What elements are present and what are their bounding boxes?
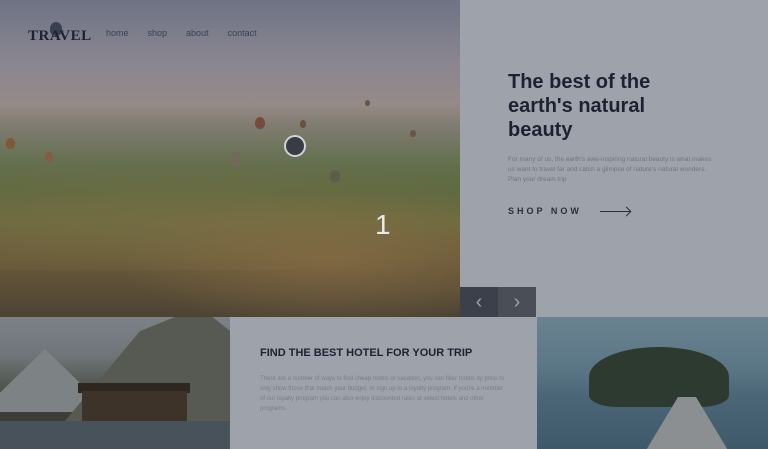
hero-text-panel: The best of the earth's natural beauty F… xyxy=(460,0,768,317)
hotel-description: There are a number of ways to find cheap… xyxy=(260,376,505,412)
main-nav: home shop about contact xyxy=(106,28,276,38)
lake-water xyxy=(0,421,230,449)
shop-now-label: SHOP NOW xyxy=(508,206,582,216)
hot-air-balloon-image xyxy=(6,138,15,149)
hero-description: For many of us, the earth's awe-inspirin… xyxy=(508,156,712,183)
hero-image: TRAVEL home shop about contact 1 xyxy=(0,0,460,317)
hero-landscape-valley xyxy=(120,190,460,317)
hot-air-balloon-image xyxy=(300,120,306,128)
island-pier-image xyxy=(537,317,768,449)
hot-air-balloon-image xyxy=(365,100,370,106)
cabin xyxy=(82,391,187,421)
site-logo[interactable]: TRAVEL xyxy=(28,28,92,45)
slider-prev-button[interactable]: ‹ xyxy=(460,287,498,317)
island-shape xyxy=(589,347,729,407)
hotel-section: FIND THE BEST HOTEL FOR YOUR TRIP There … xyxy=(230,317,537,449)
nav-contact[interactable]: contact xyxy=(228,28,257,38)
nav-about[interactable]: about xyxy=(186,28,209,38)
chevron-right-icon: › xyxy=(513,290,521,313)
arrow-right-icon xyxy=(599,210,630,212)
slider-next-button[interactable]: › xyxy=(498,287,536,317)
hot-air-balloon-image xyxy=(45,152,53,162)
nav-home[interactable]: home xyxy=(106,28,129,38)
hero-title: The best of the earth's natural beauty xyxy=(508,71,651,141)
hot-air-balloon-image xyxy=(230,152,242,166)
hot-air-balloon-image xyxy=(330,170,340,182)
hot-air-balloon-image xyxy=(410,130,416,137)
hot-air-balloon-image xyxy=(255,117,265,129)
lake-cabin-image xyxy=(0,317,230,449)
shop-now-link[interactable]: SHOP NOW xyxy=(508,206,630,216)
slide-number: 1 xyxy=(375,209,391,240)
chevron-left-icon: ‹ xyxy=(475,290,483,313)
cursor-circle-indicator xyxy=(284,135,306,157)
nav-shop[interactable]: shop xyxy=(148,28,168,38)
hotel-title: FIND THE BEST HOTEL FOR YOUR TRIP xyxy=(260,347,473,359)
